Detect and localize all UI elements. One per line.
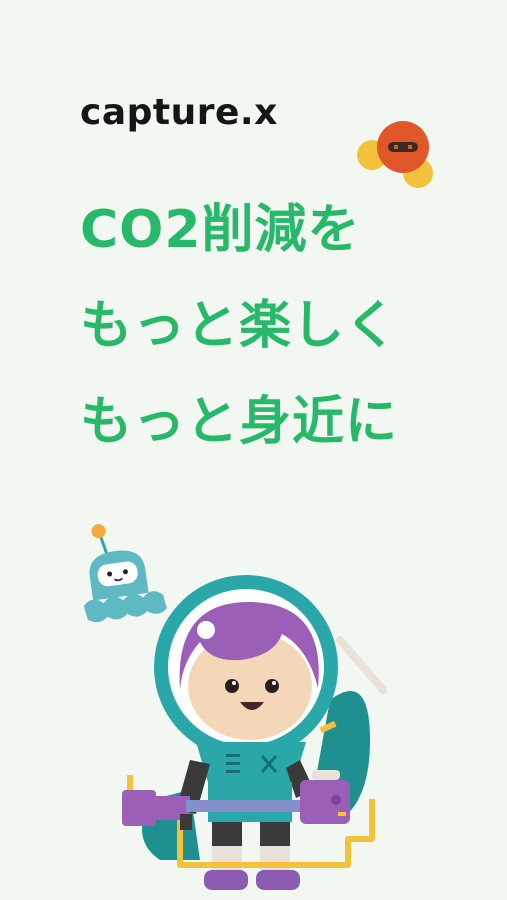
astronaut-character-illustration [122, 575, 387, 890]
